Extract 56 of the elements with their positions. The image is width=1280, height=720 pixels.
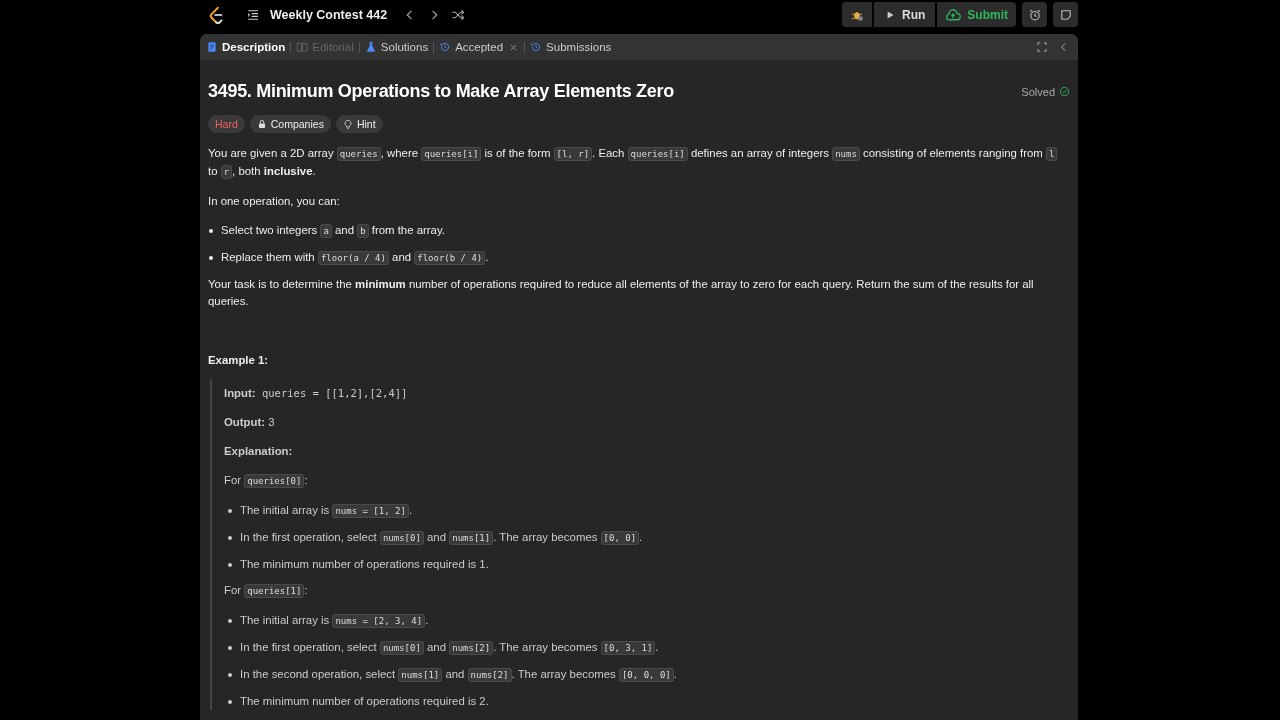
- solved-status: Solved: [1021, 85, 1070, 98]
- paragraph: Input: queries = [[1,2],[2,4]]: [224, 386, 409, 401]
- submit-button[interactable]: Submit: [937, 2, 1016, 27]
- history-icon: [530, 41, 543, 53]
- list-item: In the first operation, select nums[0] and nums[1] . The array becomes [0, 0] .: [240, 530, 643, 547]
- hint-tag[interactable]: Hint: [335, 115, 383, 133]
- book-icon: [296, 41, 309, 53]
- list-item: In the second operation, select nums[1] and nums[2] . The array becomes [0, 0, 0] .: [240, 667, 677, 684]
- lock-icon: [256, 119, 267, 129]
- lightbulb-icon: [342, 119, 353, 129]
- alarm-icon: [1027, 7, 1042, 22]
- flask-icon: [364, 41, 377, 53]
- paragraph: In one operation, you can:: [208, 194, 341, 209]
- difficulty-badge: Hard: [208, 115, 245, 133]
- debug-button[interactable]: [842, 2, 872, 27]
- tab[interactable]: Solutions: [364, 41, 429, 53]
- upload-icon: [945, 6, 962, 23]
- paragraph: For queries[1] :: [224, 583, 309, 600]
- bullet-icon: [228, 562, 232, 567]
- bullet-icon: [209, 229, 213, 233]
- list-item: Replace them with floor(a / 4) and floor(b / 4) .: [221, 250, 489, 267]
- list-item: The initial array is nums = [2, 3, 4] .: [240, 613, 429, 630]
- history-icon: [439, 41, 452, 53]
- list-item: The minimum number of operations required is 2.: [240, 694, 489, 709]
- bullet-icon: [228, 673, 232, 677]
- paragraph: Output: 3: [224, 415, 276, 430]
- bullet-icon: [228, 509, 232, 513]
- paragraph: For queries[0] :: [224, 473, 309, 490]
- maximize-icon[interactable]: [1036, 41, 1048, 53]
- problem-list-icon[interactable]: [246, 7, 260, 22]
- notes-button[interactable]: [1053, 2, 1078, 27]
- list-item: The initial array is nums = [1, 2] .: [240, 503, 413, 520]
- bullet-icon: [228, 536, 232, 540]
- list-item: Select two integers a and b from the array.: [221, 223, 445, 240]
- shuffle-icon[interactable]: [451, 7, 466, 22]
- list-item: In the first operation, select nums[0] and nums[2] . The array becomes [0, 3, 1] .: [240, 640, 659, 657]
- list-item: The minimum number of operations required is 1.: [240, 557, 489, 572]
- bullet-icon: [228, 619, 232, 623]
- paragraph: You are given a 2D array queries , where queries[i] is of the form [l, r] . Each queries[i] defines an array of integers nums consisting of elements ranging from l to r , both inclusive.: [208, 145, 1070, 181]
- tab[interactable]: Submissions: [530, 41, 612, 53]
- bullet-icon: [228, 699, 232, 704]
- run-button[interactable]: Run: [874, 2, 936, 27]
- example-heading: Example 1:: [208, 353, 270, 368]
- tab[interactable]: Accepted: [439, 41, 504, 53]
- tab[interactable]: Description: [206, 41, 286, 53]
- check-icon: [1059, 86, 1070, 97]
- timer-button[interactable]: [1022, 2, 1047, 27]
- contest-title[interactable]: Weekly Contest 442: [270, 7, 388, 22]
- paragraph: Your task is to determine the minimum number of operations required to reduce all elements of the array to zero for each query. Return the sum of the results for all queries.: [208, 277, 1035, 309]
- document-icon: [206, 41, 218, 53]
- note-icon: [1058, 7, 1073, 22]
- bullet-icon: [228, 646, 232, 650]
- paragraph: Explanation:: [224, 444, 294, 459]
- problem-title: 3495. Minimum Operations to Make Array Elements Zero: [208, 81, 674, 102]
- companies-tag[interactable]: Companies: [249, 115, 331, 133]
- bullet-icon: [209, 256, 213, 260]
